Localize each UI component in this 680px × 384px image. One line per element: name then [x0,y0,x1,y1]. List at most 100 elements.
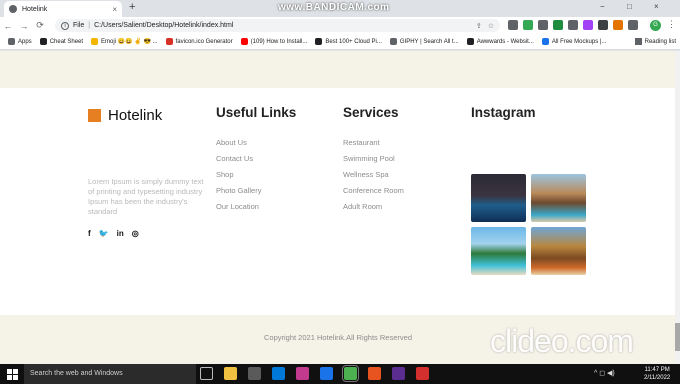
reading-list[interactable]: Reading list [634,38,676,45]
footer-brand[interactable]: Hotelink [88,107,162,124]
address-bar[interactable]: i File | C:/Users/Salient/Desktop/Hoteli… [55,19,500,32]
screen-recorder-icon[interactable] [296,367,309,380]
instagram-photo-lounge[interactable] [531,227,586,275]
logo-square-icon [88,109,101,122]
extension-icon[interactable] [568,20,578,30]
store-icon[interactable] [248,367,261,380]
close-window-button[interactable]: × [654,2,659,11]
system-tray[interactable]: ^ ◻ ◀) [594,369,615,377]
bookmark-item[interactable]: Cheat Sheet [39,38,83,45]
bookmark-favicon-icon [165,38,173,45]
service-link[interactable]: Swimming Pool [343,154,404,170]
scrollbar-thumb[interactable] [675,323,680,351]
service-link[interactable]: Conference Room [343,186,404,202]
menu-icon[interactable]: ⋮ [667,19,676,30]
footer-link[interactable]: Contact Us [216,154,261,170]
extension-icon[interactable] [553,20,563,30]
back-icon[interactable]: ← [0,21,16,31]
vscode-icon[interactable] [320,367,333,380]
address-scheme: File [73,22,85,29]
tab-strip: Hotelink × + www.BANDICAM.com − □ × [0,0,680,17]
bookmark-label: All Free Mockups |... [551,38,607,45]
bookmark-favicon-icon [541,38,549,45]
app-icon[interactable] [392,367,405,380]
instagram-title: Instagram [471,105,536,120]
profile-avatar[interactable]: G [650,20,661,31]
taskbar-clock[interactable]: 11:47 PM 2/11/2022 [644,366,670,382]
instagram-icon[interactable]: ◎ [132,229,139,238]
footer-description: Lorem Ipsum is simply dummy text of prin… [88,177,204,216]
forward-icon[interactable]: → [16,21,32,31]
footer-link[interactable]: Shop [216,170,261,186]
service-link[interactable]: Adult Room [343,202,404,218]
youtube-icon [240,38,248,45]
bookmark-item[interactable]: GIPHY | Search All t... [389,38,459,45]
recorder-watermark: www.BANDICAM.com [278,2,390,13]
bookmark-item[interactable]: Emoji 😀😀 ✌️ 😎 ... [91,38,158,45]
extension-icons [508,20,638,30]
reading-list-label: Reading list [644,38,676,45]
taskbar: Search the web and Windows ^ ◻ ◀) 11:47 … [0,364,680,384]
bookmark-item[interactable]: (109) How to Install... [240,38,308,45]
useful-links-list: About Us Contact Us Shop Photo Gallery O… [216,138,261,218]
taskbar-search[interactable]: Search the web and Windows [24,364,196,384]
instagram-photo-resort-pool[interactable] [531,174,586,222]
new-tab-button[interactable]: + [129,1,135,13]
bookmark-favicon-icon [315,38,323,45]
maximize-button[interactable]: □ [627,2,632,11]
app-icon[interactable] [368,367,381,380]
twitter-icon[interactable]: 🐦 [99,229,109,238]
useful-links-title: Useful Links [216,105,297,120]
footer-link[interactable]: Photo Gallery [216,186,261,202]
bookmark-star-icon[interactable]: ☆ [488,22,494,30]
services-title: Services [343,105,399,120]
page-scrollbar[interactable] [675,51,680,364]
clock-date: 2/11/2022 [644,375,671,381]
browser-toolbar: ← → ⟳ i File | C:/Users/Salient/Desktop/… [0,17,680,34]
share-icon[interactable]: ⇪ [476,22,482,30]
file-explorer-icon[interactable] [224,367,237,380]
bookmark-apps[interactable]: Apps [8,38,32,45]
reading-list-icon [634,38,642,45]
linkedin-icon[interactable]: in [117,229,124,238]
service-link[interactable]: Wellness Spa [343,170,404,186]
tab-hotelink[interactable]: Hotelink × [4,1,122,17]
address-separator: | [88,22,91,29]
extension-icon[interactable] [538,20,548,30]
bandicam-icon[interactable] [416,367,429,380]
puzzle-icon[interactable] [628,20,638,30]
bookmark-item[interactable]: All Free Mockups |... [541,38,607,45]
instagram-photo-palm-pool[interactable] [471,227,526,275]
extension-icon[interactable] [508,20,518,30]
extension-icon[interactable] [583,20,593,30]
close-icon[interactable]: × [112,5,117,14]
bookmark-label: (109) How to Install... [250,38,308,45]
globe-icon [9,5,17,13]
instagram-photo-pool-night[interactable] [471,174,526,222]
facebook-icon[interactable]: f [88,229,91,238]
edge-icon[interactable] [272,367,285,380]
reload-icon[interactable]: ⟳ [32,20,48,31]
extension-icon[interactable] [613,20,623,30]
footer-link[interactable]: Our Location [216,202,261,218]
extension-icon[interactable] [523,20,533,30]
bookmark-favicon-icon [39,38,47,45]
address-url[interactable]: C:/Users/Salient/Desktop/Hotelink/index.… [94,22,470,29]
info-icon[interactable]: i [61,21,69,30]
instagram-gallery [471,174,586,275]
task-view-icon[interactable] [200,367,213,380]
bookmark-item[interactable]: favicon.ico Generator [165,38,233,45]
bookmark-item[interactable]: Best 100+ Cloud Pi... [315,38,382,45]
minimize-button[interactable]: − [600,2,605,11]
service-link[interactable]: Restaurant [343,138,404,154]
footer-link[interactable]: About Us [216,138,261,154]
apps-grid-icon [8,38,15,45]
video-watermark: clideo.com [490,323,634,359]
bookmark-item[interactable]: Awwwards - Websit... [466,38,534,45]
taskbar-apps [200,365,429,382]
bookmark-favicon-icon [466,38,474,45]
chrome-icon[interactable] [342,365,359,382]
extension-icon[interactable] [598,20,608,30]
bookmark-favicon-icon [91,38,99,45]
windows-start-icon[interactable] [0,364,24,384]
